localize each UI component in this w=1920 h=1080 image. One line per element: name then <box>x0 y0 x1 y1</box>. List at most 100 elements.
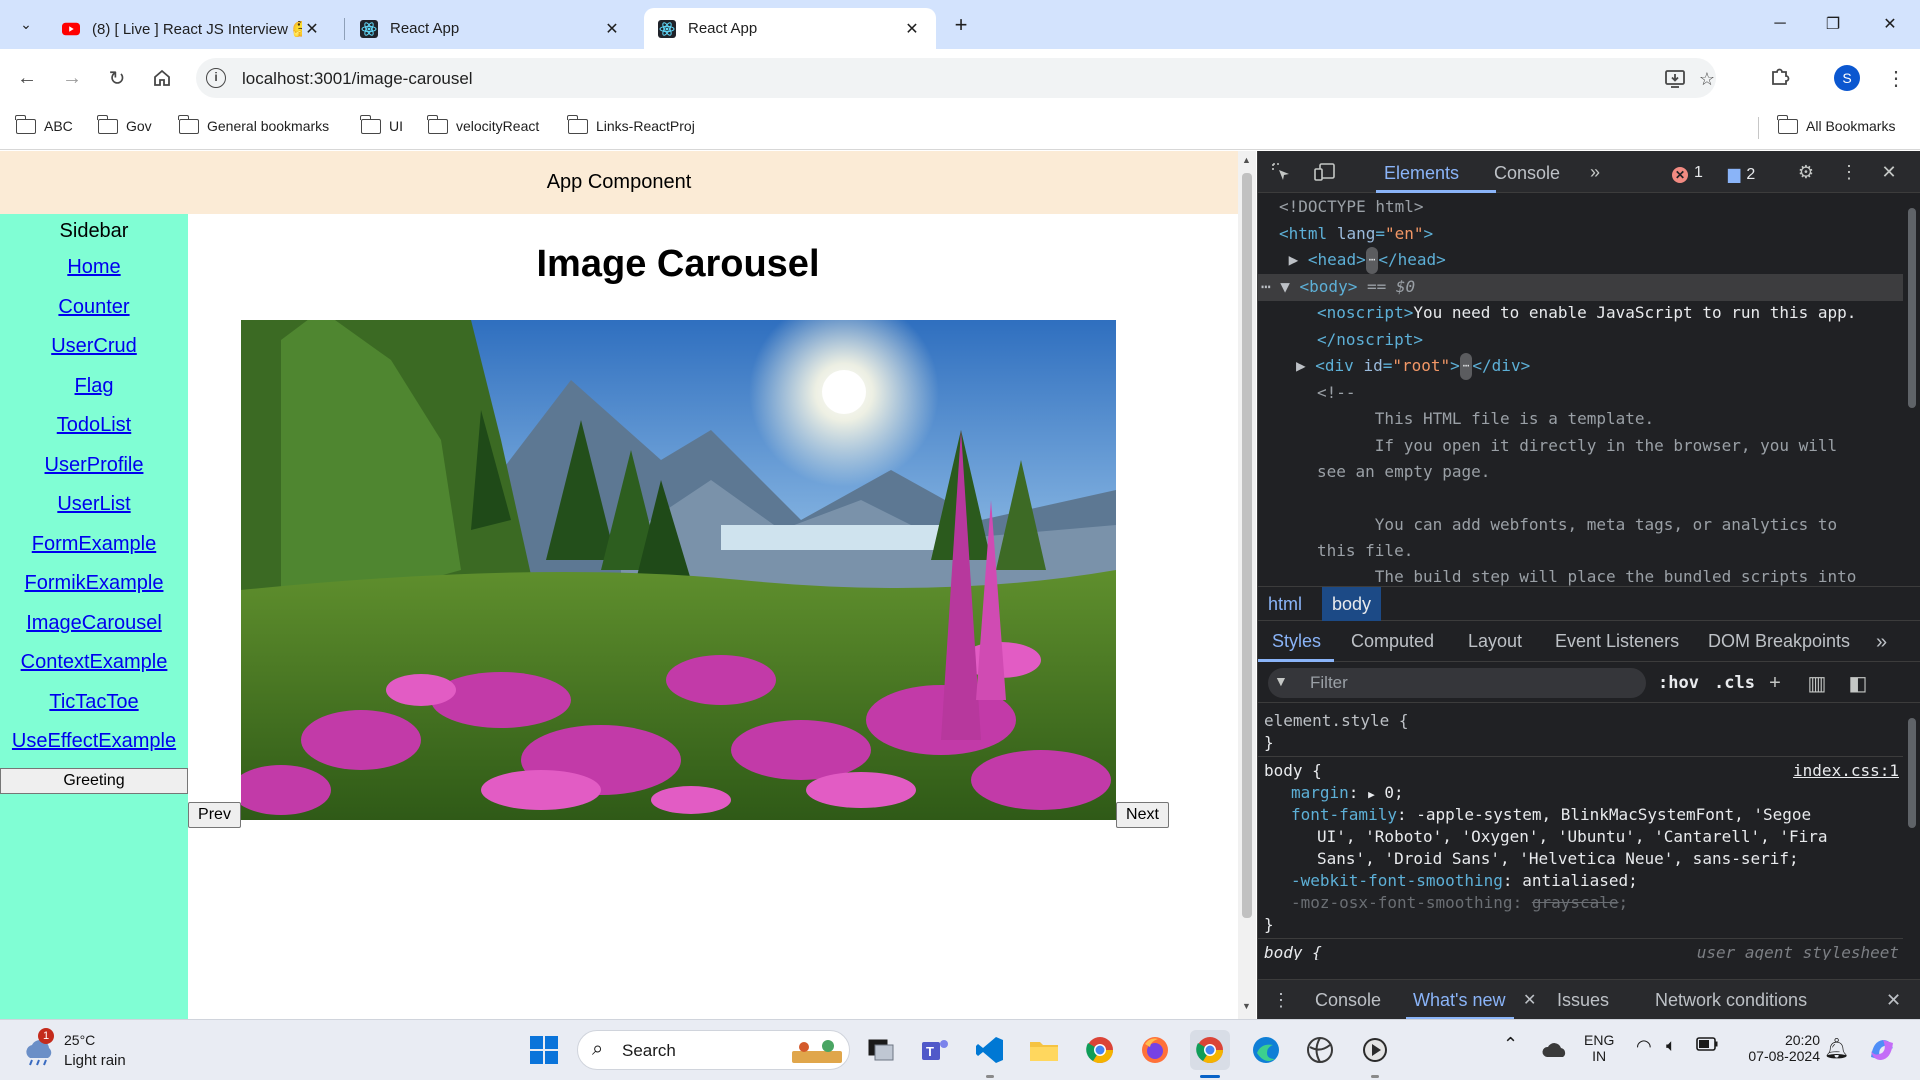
css-prop-moz-font-smoothing-overridden[interactable]: -moz-osx-font-smoothing: grayscale; <box>1291 892 1628 914</box>
css-prop-font-family[interactable]: font-family: -apple-system, BlinkMacSyst… <box>1291 804 1811 826</box>
sidebar-link-counter[interactable]: Counter <box>0 296 188 319</box>
bookmark-folder[interactable]: ABC <box>15 114 73 134</box>
ua-body-rule-selector[interactable]: body { <box>1264 942 1322 960</box>
prev-button[interactable]: Prev <box>188 802 241 828</box>
sidebar-link-flag[interactable]: Flag <box>0 375 188 398</box>
show-hidden-icons-chevron-icon[interactable]: ⌃ <box>1503 1034 1518 1055</box>
sidebar-link-tictactoe[interactable]: TicTacToe <box>0 691 188 714</box>
task-view-icon[interactable] <box>861 1030 901 1070</box>
close-window-icon[interactable]: ✕ <box>1870 10 1910 38</box>
bookmark-folder[interactable]: Links-ReactProj <box>567 114 695 134</box>
bookmark-folder[interactable]: UI <box>360 114 403 134</box>
taskbar-search-input[interactable]: ⌕ Search <box>577 1030 850 1070</box>
weather-widget[interactable]: 1 25°C Light rain <box>22 1028 222 1072</box>
cls-toggle[interactable]: .cls <box>1714 673 1755 693</box>
css-prop-margin[interactable]: margin: ▶ 0; <box>1291 782 1404 806</box>
close-tab-icon[interactable]: ✕ <box>302 19 322 39</box>
vscode-icon[interactable] <box>970 1030 1010 1070</box>
onedrive-cloud-icon[interactable] <box>1535 1030 1575 1070</box>
address-bar[interactable]: i localhost:3001/image-carousel ☆ <box>196 58 1716 98</box>
sidebar-link-formexample[interactable]: FormExample <box>0 533 188 556</box>
profile-avatar[interactable]: S <box>1834 65 1860 91</box>
scrollbar-thumb[interactable] <box>1242 173 1252 918</box>
dom-body-node[interactable]: ⋯ ▼ <body> == $0 <box>1258 274 1903 301</box>
clock[interactable]: 20:20 07-08-2024 <box>1740 1032 1820 1064</box>
device-toolbar-icon[interactable] <box>1314 161 1336 183</box>
inspect-element-icon[interactable] <box>1270 161 1292 183</box>
restore-icon[interactable]: ❐ <box>1813 10 1853 38</box>
breadcrumb-body[interactable]: body <box>1322 587 1382 621</box>
drawer-tab-whats-new[interactable]: What's new <box>1413 990 1505 1011</box>
sidebar-link-todolist[interactable]: TodoList <box>0 414 188 437</box>
hov-toggle[interactable]: :hov <box>1658 673 1699 693</box>
sidebar-link-usercrud[interactable]: UserCrud <box>0 335 188 358</box>
minimize-icon[interactable]: ─ <box>1760 10 1800 38</box>
subtab-styles[interactable]: Styles <box>1272 631 1321 652</box>
bookmark-folder[interactable]: Gov <box>97 114 152 134</box>
drawer-tab-network-conditions[interactable]: Network conditions <box>1655 990 1807 1011</box>
dom-root-div-node[interactable]: ▶ <div id="root"> ⋯ </div> <box>1296 353 1903 380</box>
close-devtools-icon[interactable]: ✕ <box>1878 161 1900 183</box>
styles-scrollbar[interactable] <box>1903 704 1920 960</box>
file-explorer-icon[interactable] <box>1024 1030 1064 1070</box>
sidebar-link-userlist[interactable]: UserList <box>0 493 188 516</box>
chrome-icon[interactable] <box>1190 1030 1230 1070</box>
more-tabs-chevron-icon[interactable]: » <box>1584 161 1606 183</box>
forward-icon[interactable]: → <box>57 63 87 93</box>
wifi-icon[interactable]: ◠ <box>1636 1036 1652 1057</box>
message-count-badge[interactable]: ▆ 2 <box>1728 164 1755 184</box>
extensions-puzzle-icon[interactable] <box>1768 64 1794 90</box>
battery-icon[interactable] <box>1696 1037 1718 1054</box>
close-tab-icon[interactable]: ✕ <box>902 19 922 39</box>
windows-start-icon[interactable] <box>524 1030 564 1070</box>
stylesheet-source-link[interactable]: index.css:1 <box>1793 760 1899 782</box>
dom-head-node[interactable]: ▶ <head> ⋯ </head> <box>1279 247 1903 274</box>
all-bookmarks[interactable]: All Bookmarks <box>1777 114 1895 134</box>
styles-filter-input[interactable]: Filter <box>1268 668 1646 698</box>
greeting-button[interactable]: Greeting <box>0 768 188 794</box>
close-drawer-tab-icon[interactable]: ✕ <box>1523 990 1536 1010</box>
scroll-down-arrow-icon[interactable]: ▼ <box>1242 1001 1251 1011</box>
sidebar-link-userprofile[interactable]: UserProfile <box>0 454 188 477</box>
site-info-icon[interactable]: i <box>206 68 226 88</box>
subtab-computed[interactable]: Computed <box>1351 631 1434 652</box>
scroll-up-arrow-icon[interactable]: ▲ <box>1242 155 1251 165</box>
close-tab-icon[interactable]: ✕ <box>602 19 622 39</box>
dom-scrollbar[interactable] <box>1903 194 1920 586</box>
devtools-tab-elements[interactable]: Elements <box>1384 163 1459 184</box>
devtools-tab-console[interactable]: Console <box>1494 163 1560 184</box>
drawer-tab-console[interactable]: Console <box>1315 990 1381 1011</box>
drawer-menu-icon[interactable]: ⋮ <box>1272 990 1290 1011</box>
browser-tab-react-app-active[interactable]: React App ✕ <box>644 8 936 49</box>
breadcrumb-html[interactable]: html <box>1258 587 1312 621</box>
back-icon[interactable]: ← <box>12 63 42 93</box>
language-indicator[interactable]: ENG IN <box>1584 1032 1614 1064</box>
bookmark-folder[interactable]: General bookmarks <box>178 114 329 134</box>
subtab-dom-breakpoints[interactable]: DOM Breakpoints <box>1708 631 1850 652</box>
tab-search-chevron-icon[interactable]: ⌄ <box>12 10 40 38</box>
drawer-tab-issues[interactable]: Issues <box>1557 990 1609 1011</box>
volume-icon[interactable]: 🔈︎ <box>1666 1036 1676 1056</box>
media-player-icon[interactable] <box>1355 1030 1395 1070</box>
dom-comment[interactable]: <!-- <box>1317 380 1903 407</box>
chrome-menu-icon[interactable]: ⋮ <box>1884 63 1908 93</box>
body-rule-selector[interactable]: body { <box>1264 760 1322 782</box>
install-app-icon[interactable] <box>1663 67 1687 91</box>
copilot-icon[interactable] <box>1862 1030 1902 1070</box>
edge-icon[interactable] <box>1246 1030 1286 1070</box>
browser-tab-react-app[interactable]: React App ✕ <box>346 8 636 49</box>
bookmark-folder[interactable]: velocityReact <box>427 114 539 134</box>
bookmark-star-icon[interactable]: ☆ <box>1695 67 1719 91</box>
teams-icon[interactable]: T <box>915 1030 955 1070</box>
dom-doctype[interactable]: <!DOCTYPE html> <box>1279 194 1903 221</box>
reload-icon[interactable]: ↻ <box>102 63 132 93</box>
subtab-layout[interactable]: Layout <box>1468 631 1522 652</box>
next-button[interactable]: Next <box>1116 802 1169 828</box>
new-tab-button[interactable]: + <box>948 12 974 38</box>
sidebar-link-formikexample[interactable]: FormikExample <box>0 572 188 595</box>
subtab-event-listeners[interactable]: Event Listeners <box>1555 631 1679 652</box>
settings-gear-icon[interactable]: ⚙ <box>1795 161 1817 183</box>
element-style-rule[interactable]: element.style { <box>1264 710 1409 732</box>
more-subtabs-chevron-icon[interactable]: » <box>1876 631 1887 654</box>
close-drawer-icon[interactable]: ✕ <box>1886 990 1901 1011</box>
